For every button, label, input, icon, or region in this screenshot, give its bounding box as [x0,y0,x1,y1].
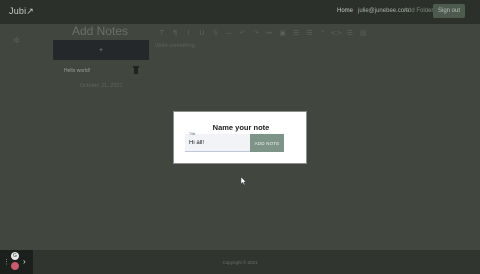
bold-icon[interactable]: ¶ [168,27,181,39]
chat-widget[interactable]: ⋮ G › [0,250,33,274]
signout-button[interactable]: Sign out [433,4,465,18]
note-date: October 21, 2021 [80,83,123,89]
nav-home-link[interactable]: Home [337,8,353,14]
save-icon[interactable]: ▤ [357,27,370,39]
mouse-cursor-icon [241,177,247,185]
nav-add-folder-link[interactable]: Add Folder [404,8,433,14]
editor-placeholder[interactable]: Write something... [155,43,199,49]
footer-copyright: Copyright © 2021 [222,260,258,265]
nav-user-email-link[interactable]: julie@junebee.com [358,8,409,14]
code-icon[interactable]: <> [330,27,343,39]
name-note-modal: Name your note Title ADD NOTE [173,111,307,164]
undo-icon[interactable]: ↶ [236,27,249,39]
modal-title: Name your note [212,123,270,132]
add-note-button[interactable]: ADD NOTE [250,134,284,152]
brand-logo[interactable]: Jubi↗ [9,6,34,17]
strikethrough-icon[interactable]: S [209,27,222,39]
image-icon[interactable]: ▣ [276,27,289,39]
settings-icon[interactable]: ✲ [13,37,21,45]
title-field[interactable]: Title [185,132,251,152]
italic-icon[interactable]: I [182,27,195,39]
title-input[interactable] [189,140,249,146]
note-title: Hello world! [64,68,91,74]
page-title: Add Notes [72,24,129,38]
note-list-item[interactable]: Hello world! [53,64,149,78]
bullet-list-icon[interactable]: ☰ [289,27,302,39]
align-icon[interactable]: ☰ [343,27,356,39]
editor-toolbar: T ¶ I U S — ↶ ↷ ↔ ▣ ☰ ☰ “ <> ☰ ▤ [155,26,370,40]
avatar[interactable]: G [11,252,19,260]
redo-icon[interactable]: ↷ [249,27,262,39]
navbar: Jubi↗ Home julie@junebee.com Add Folder … [0,0,480,24]
title-field-label: Title [189,132,196,136]
heading-icon[interactable]: T [155,27,168,39]
avatar-secondary[interactable] [11,262,19,270]
link-icon[interactable]: ↔ [263,27,276,39]
trash-icon[interactable] [133,66,139,74]
numbered-list-icon[interactable]: ☰ [303,27,316,39]
quote-icon[interactable]: “ [316,27,329,39]
underline-icon[interactable]: U [195,27,208,39]
add-note-plus-button[interactable]: + [53,40,149,60]
highlight-icon[interactable]: — [222,27,235,39]
chevron-right-icon[interactable]: › [23,257,26,266]
more-icon[interactable]: ⋮ [3,259,10,266]
